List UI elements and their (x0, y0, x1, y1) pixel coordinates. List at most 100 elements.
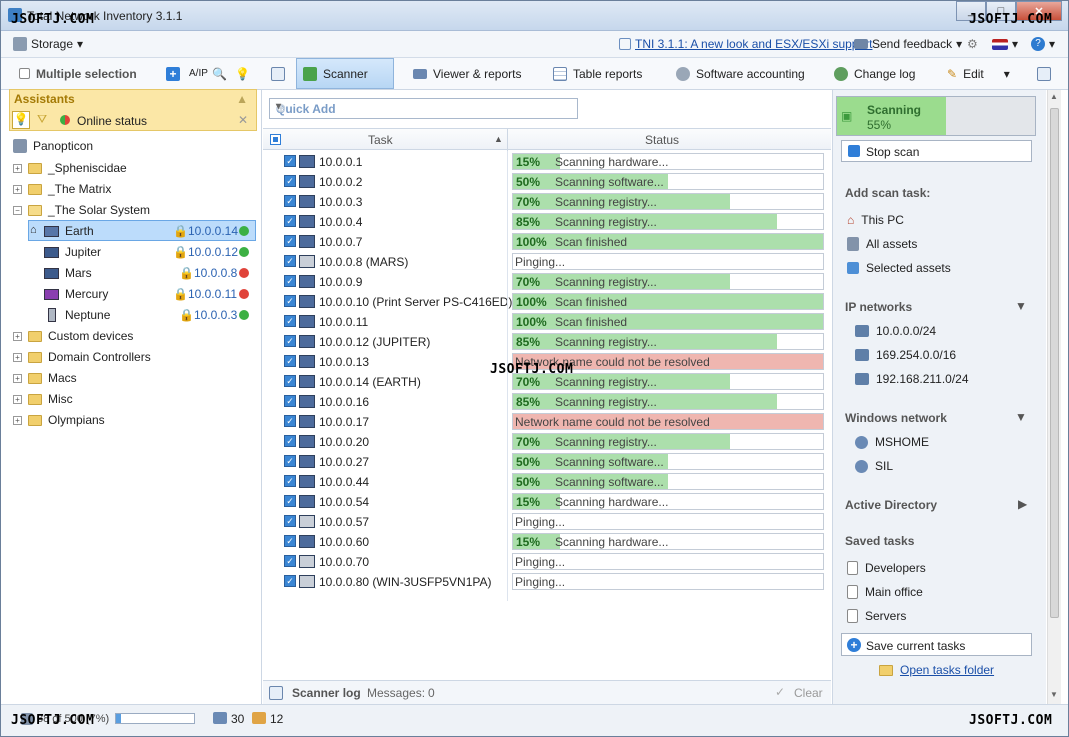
table-row[interactable]: ✓ 10.0.0.7 100% Scan finished (263, 232, 831, 252)
close-icon[interactable]: ✕ (238, 113, 248, 127)
tree-host-mercury[interactable]: Mercury (44, 284, 108, 304)
expand-icon[interactable]: + (13, 163, 22, 173)
table-row[interactable]: ✓ 10.0.0.54 15% Scanning hardware... (263, 492, 831, 512)
table-row[interactable]: ✓ 10.0.0.70 Pinging... (263, 552, 831, 572)
collapse-icon[interactable]: − (13, 205, 22, 215)
ip-network-item[interactable]: 192.168.211.0/24 (855, 372, 969, 386)
chevron-right-icon[interactable]: ▶ (1018, 497, 1027, 511)
row-checkbox[interactable]: ✓ (284, 435, 296, 447)
table-row[interactable]: ✓ 10.0.0.16 85% Scanning registry... (263, 392, 831, 412)
collapse-right-button[interactable] (1031, 58, 1057, 89)
row-checkbox[interactable]: ✓ (284, 575, 296, 587)
row-checkbox[interactable]: ✓ (284, 335, 296, 347)
row-checkbox[interactable]: ✓ (284, 295, 296, 307)
maximize-button[interactable]: □ (986, 1, 1016, 21)
windows-network-item[interactable]: MSHOME (855, 435, 929, 449)
table-row[interactable]: ✓ 10.0.0.57 Pinging... (263, 512, 831, 532)
chevron-down-icon[interactable]: ▾ (276, 101, 574, 112)
table-row[interactable]: ✓ 10.0.0.20 70% Scanning registry... (263, 432, 831, 452)
saved-task-item[interactable]: Main office (847, 585, 923, 599)
tree-root[interactable]: Panopticon (13, 136, 93, 156)
table-row[interactable]: ✓ 10.0.0.3 70% Scanning registry... (263, 192, 831, 212)
table-row[interactable]: ✓ 10.0.0.13 Network name could not be reso… (263, 352, 831, 372)
tree-group[interactable]: + Macs (13, 368, 77, 388)
table-row[interactable]: ✓ 10.0.0.10 (Print Server PS-C416ED) 100% S… (263, 292, 831, 312)
table-row[interactable]: ✓ 10.0.0.9 70% Scanning registry... (263, 272, 831, 292)
tree-host-neptune[interactable]: Neptune (44, 305, 110, 325)
table-row[interactable]: ✓ 10.0.0.12 (JUPITER) 85% Scanning registry… (263, 332, 831, 352)
tab-table-reports[interactable]: Table reports (547, 58, 648, 89)
scan-this-pc[interactable]: ⌂ This PC (847, 213, 904, 227)
news-link[interactable]: TNI 3.1.1: A new look and ESX/ESXi suppo… (619, 37, 872, 51)
row-checkbox[interactable]: ✓ (284, 535, 296, 547)
windows-network-title[interactable]: Windows network (845, 411, 947, 425)
row-checkbox[interactable]: ✓ (284, 255, 296, 267)
expand-icon[interactable]: + (13, 394, 22, 404)
tab-software-accounting[interactable]: Software accounting (670, 58, 811, 89)
ip-network-item[interactable]: 169.254.0.0/16 (855, 348, 956, 362)
table-row[interactable]: ✓ 10.0.0.11 100% Scan finished (263, 312, 831, 332)
send-feedback-menu[interactable]: Send feedback ▾ (854, 37, 962, 51)
table-row[interactable]: ✓ 10.0.0.44 50% Scanning software... (263, 472, 831, 492)
row-checkbox[interactable]: ✓ (284, 195, 296, 207)
quick-add-input[interactable]: Quick Add ⊕ ▾ (269, 98, 578, 119)
minimize-button[interactable]: _ (956, 1, 986, 21)
scan-all-assets[interactable]: All assets (847, 237, 917, 251)
column-task[interactable]: Task (368, 133, 393, 147)
log-title[interactable]: Scanner log (292, 686, 361, 700)
row-checkbox[interactable]: ✓ (284, 455, 296, 467)
close-button[interactable]: ✕ (1016, 1, 1062, 21)
tree-host-jupiter[interactable]: Jupiter (44, 242, 101, 262)
news-link-text[interactable]: TNI 3.1.1: A new look and ESX/ESXi suppo… (635, 37, 872, 51)
windows-network-item[interactable]: SIL (855, 459, 893, 473)
tab-viewer-reports[interactable]: Viewer & reports (407, 58, 527, 89)
row-checkbox[interactable]: ✓ (284, 375, 296, 387)
ip-networks-title[interactable]: IP networks (845, 300, 912, 314)
tab-scanner[interactable]: Scanner (296, 58, 394, 89)
edit-menu[interactable]: ✎ Edit ▾ (941, 58, 1016, 89)
multiple-selection-toggle[interactable]: Multiple selection (13, 58, 143, 89)
save-current-tasks-button[interactable]: + Save current tasks (841, 633, 1032, 656)
tree-group[interactable]: + _The Matrix (13, 179, 111, 199)
row-checkbox[interactable]: ✓ (284, 395, 296, 407)
tree-host-mars[interactable]: Mars (44, 263, 92, 283)
settings-button[interactable]: ⚙ (967, 37, 978, 51)
scan-selected-assets[interactable]: Selected assets (847, 261, 951, 275)
row-checkbox[interactable]: ✓ (284, 475, 296, 487)
expand-icon[interactable]: + (13, 373, 22, 383)
table-row[interactable]: ✓ 10.0.0.2 50% Scanning software... (263, 172, 831, 192)
help-menu[interactable]: ? ▾ (1031, 37, 1055, 51)
tab-change-log[interactable]: Change log (828, 58, 921, 89)
expand-icon[interactable]: + (13, 352, 22, 362)
clear-log-button[interactable]: Clear (794, 686, 823, 700)
tree-group-open[interactable]: − _The Solar System (13, 200, 150, 220)
table-row[interactable]: ✓ 10.0.0.80 (WIN-3USFP5VN1PA) Pinging... (263, 572, 831, 592)
tree-group[interactable]: + Misc (13, 389, 73, 409)
table-row[interactable]: ✓ 10.0.0.1 15% Scanning hardware... (263, 152, 831, 172)
online-status-label[interactable]: Online status (77, 114, 147, 128)
row-checkbox[interactable]: ✓ (284, 515, 296, 527)
ip-network-item[interactable]: 10.0.0.0/24 (855, 324, 936, 338)
language-menu[interactable]: ▾ (992, 37, 1018, 51)
row-checkbox[interactable]: ✓ (284, 275, 296, 287)
row-checkbox[interactable]: ✓ (284, 555, 296, 567)
row-checkbox[interactable]: ✓ (284, 315, 296, 327)
tree-host-earth[interactable]: Earth (44, 221, 94, 241)
open-tasks-folder-link[interactable]: Open tasks folder (879, 663, 994, 677)
saved-task-item[interactable]: Servers (847, 609, 906, 623)
table-row[interactable]: ✓ 10.0.0.4 85% Scanning registry... (263, 212, 831, 232)
row-checkbox[interactable]: ✓ (284, 495, 296, 507)
table-row[interactable]: ✓ 10.0.0.60 15% Scanning hardware... (263, 532, 831, 552)
column-status[interactable]: Status (645, 133, 679, 147)
table-row[interactable]: ✓ 10.0.0.14 (EARTH) 70% Scanning registry..… (263, 372, 831, 392)
chevron-down-icon[interactable]: ▼ (1015, 299, 1027, 313)
table-row[interactable]: ✓ 10.0.0.27 50% Scanning software... (263, 452, 831, 472)
row-checkbox[interactable]: ✓ (284, 235, 296, 247)
chevron-down-icon[interactable]: ▼ (1015, 410, 1027, 424)
row-checkbox[interactable]: ✓ (284, 155, 296, 167)
scroll-thumb[interactable] (1050, 108, 1059, 618)
filter-icon[interactable]: ⛛ (37, 112, 47, 127)
tree-group[interactable]: + Custom devices (13, 326, 133, 346)
scroll-down-icon[interactable]: ▼ (1050, 690, 1058, 699)
active-directory-title[interactable]: Active Directory (845, 498, 937, 512)
